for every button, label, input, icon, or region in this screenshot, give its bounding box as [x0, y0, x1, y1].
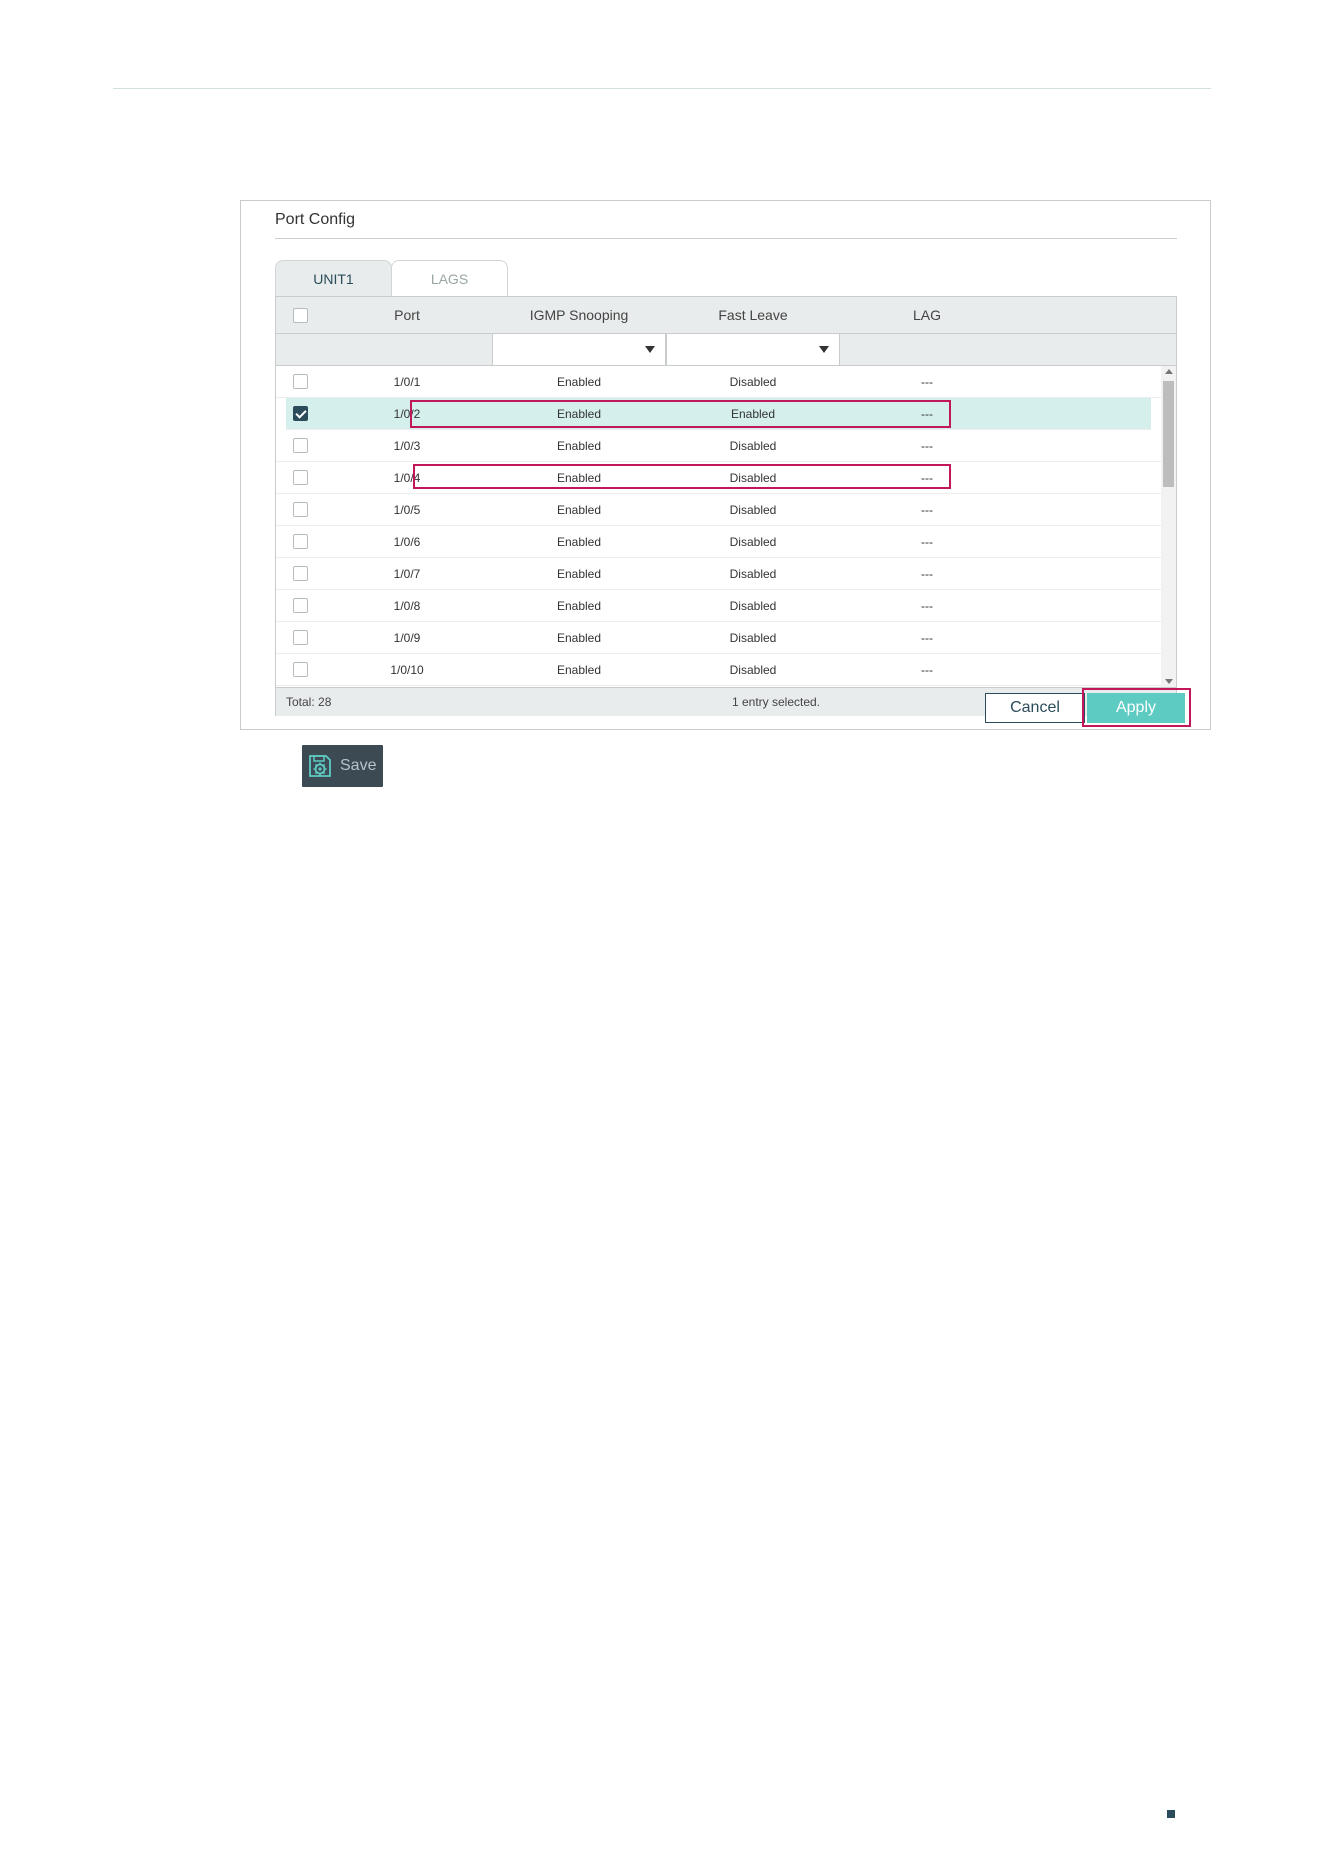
- fast-leave-cell: Disabled: [729, 439, 777, 453]
- igmp-cell: Enabled: [556, 375, 602, 389]
- column-header-igmp-snooping[interactable]: IGMP Snooping: [492, 297, 666, 334]
- lag-cell: ---: [921, 471, 933, 485]
- lag-cell: ---: [921, 663, 933, 677]
- port-table: Port IGMP Snooping Fast Leave LAG 1/0/1 …: [275, 296, 1177, 716]
- table-row[interactable]: 1/0/6 Enabled Disabled ---: [276, 526, 1161, 558]
- table-header: Port IGMP Snooping Fast Leave LAG: [276, 297, 1176, 334]
- save-gear-icon: [309, 755, 331, 777]
- table-row[interactable]: 1/0/4 Enabled Disabled ---: [276, 462, 1161, 494]
- igmp-cell: Enabled: [556, 471, 602, 485]
- port-cell: 1/0/9: [393, 631, 421, 645]
- table-row[interactable]: 1/0/10 Enabled Disabled ---: [276, 654, 1161, 686]
- igmp-cell: Enabled: [556, 503, 602, 517]
- save-button-label: Save: [340, 757, 377, 774]
- row-checkbox[interactable]: [293, 598, 308, 613]
- panel-title-divider: [275, 238, 1177, 239]
- tab-unit1[interactable]: UNIT1: [275, 260, 392, 297]
- column-header-lag[interactable]: LAG: [840, 297, 1014, 334]
- table-scrollbar[interactable]: [1161, 366, 1176, 687]
- lag-cell: ---: [921, 503, 933, 517]
- fast-leave-cell: Disabled: [729, 503, 777, 517]
- table-row[interactable]: 1/0/3 Enabled Disabled ---: [276, 430, 1161, 462]
- igmp-snooping-filter-select[interactable]: [492, 334, 666, 365]
- save-button[interactable]: Save: [302, 745, 383, 787]
- lag-cell: ---: [921, 439, 933, 453]
- cancel-button[interactable]: Cancel: [985, 693, 1085, 723]
- fast-leave-cell: Disabled: [729, 471, 777, 485]
- port-cell: 1/0/3: [393, 439, 421, 453]
- port-cell: 1/0/5: [393, 503, 421, 517]
- page-marker: [1167, 1810, 1175, 1818]
- total-count: Total: 28: [286, 695, 332, 709]
- table-row[interactable]: 1/0/7 Enabled Disabled ---: [276, 558, 1161, 590]
- column-header-fast-leave[interactable]: Fast Leave: [666, 297, 840, 334]
- igmp-cell: Enabled: [556, 567, 602, 581]
- port-cell: 1/0/6: [393, 535, 421, 549]
- port-config-panel: Port Config UNIT1 LAGS Port IGMP Snoopin…: [240, 200, 1211, 730]
- lag-cell: ---: [921, 375, 933, 389]
- table-body: 1/0/1 Enabled Disabled --- 1/0/2 Enabled…: [276, 366, 1161, 687]
- igmp-cell: Enabled: [556, 663, 602, 677]
- row-checkbox[interactable]: [293, 630, 308, 645]
- port-cell: 1/0/2: [393, 407, 421, 421]
- tab-lags[interactable]: LAGS: [391, 260, 508, 297]
- selection-status: 1 entry selected.: [731, 695, 821, 709]
- fast-leave-cell: Disabled: [729, 599, 777, 613]
- panel-title: Port Config: [275, 211, 356, 228]
- row-checkbox[interactable]: [293, 662, 308, 677]
- igmp-cell: Enabled: [556, 439, 602, 453]
- fast-leave-cell: Disabled: [729, 631, 777, 645]
- scroll-down-arrow-icon[interactable]: [1165, 679, 1173, 684]
- port-cell: 1/0/10: [390, 663, 424, 677]
- filter-row: [276, 334, 1176, 366]
- table-row[interactable]: 1/0/1 Enabled Disabled ---: [276, 366, 1161, 398]
- lag-cell: ---: [921, 567, 933, 581]
- select-all-checkbox[interactable]: [293, 308, 308, 323]
- fast-leave-cell: Disabled: [729, 375, 777, 389]
- column-header-port[interactable]: Port: [322, 297, 492, 334]
- row-checkbox[interactable]: [293, 534, 308, 549]
- row-checkbox[interactable]: [293, 374, 308, 389]
- lag-cell: ---: [921, 631, 933, 645]
- table-row[interactable]: 1/0/8 Enabled Disabled ---: [276, 590, 1161, 622]
- igmp-cell: Enabled: [556, 535, 602, 549]
- chevron-down-icon: [819, 346, 829, 353]
- port-cell: 1/0/4: [393, 471, 421, 485]
- igmp-cell: Enabled: [556, 407, 602, 421]
- port-cell: 1/0/7: [393, 567, 421, 581]
- lag-cell: ---: [921, 407, 933, 421]
- lag-cell: ---: [921, 535, 933, 549]
- table-row[interactable]: 1/0/5 Enabled Disabled ---: [276, 494, 1161, 526]
- port-cell: 1/0/1: [393, 375, 421, 389]
- row-checkbox[interactable]: [293, 502, 308, 517]
- chevron-down-icon: [645, 346, 655, 353]
- lag-cell: ---: [921, 599, 933, 613]
- fast-leave-cell: Disabled: [729, 663, 777, 677]
- fast-leave-cell: Enabled: [730, 407, 776, 421]
- fast-leave-cell: Disabled: [729, 567, 777, 581]
- table-row-selected[interactable]: 1/0/2 Enabled Enabled ---: [286, 398, 1151, 430]
- igmp-cell: Enabled: [556, 631, 602, 645]
- page-top-divider: [113, 88, 1211, 89]
- scroll-thumb[interactable]: [1163, 381, 1174, 487]
- fast-leave-cell: Disabled: [729, 535, 777, 549]
- scroll-up-arrow-icon[interactable]: [1165, 369, 1173, 374]
- row-checkbox[interactable]: [293, 566, 308, 581]
- apply-button[interactable]: Apply: [1087, 693, 1185, 723]
- igmp-cell: Enabled: [556, 599, 602, 613]
- fast-leave-filter-select[interactable]: [666, 334, 840, 365]
- row-checkbox-checked[interactable]: [293, 406, 308, 421]
- table-row[interactable]: 1/0/9 Enabled Disabled ---: [276, 622, 1161, 654]
- row-checkbox[interactable]: [293, 470, 308, 485]
- row-checkbox[interactable]: [293, 438, 308, 453]
- port-cell: 1/0/8: [393, 599, 421, 613]
